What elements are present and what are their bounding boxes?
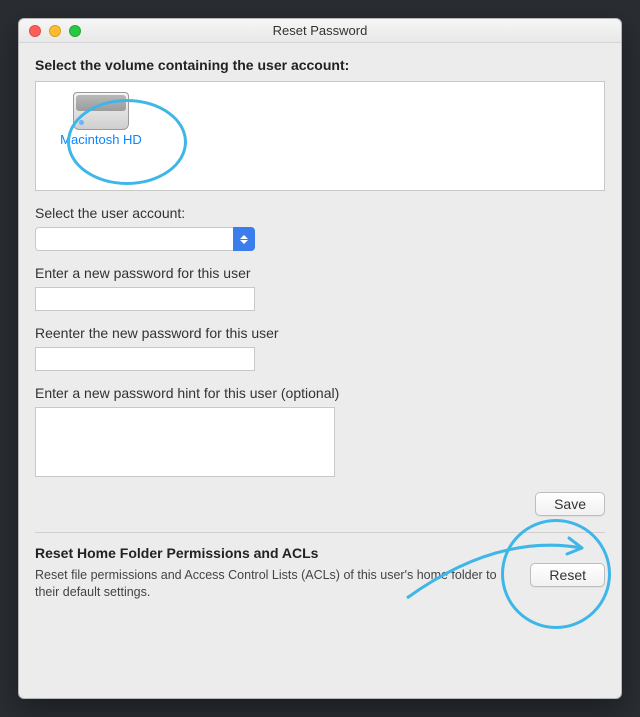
zoom-button[interactable]: [69, 25, 81, 37]
reenter-password-label: Reenter the new password for this user: [35, 325, 605, 341]
new-password-label: Enter a new password for this user: [35, 265, 605, 281]
user-select-label: Select the user account:: [35, 205, 605, 221]
save-button[interactable]: Save: [535, 492, 605, 516]
traffic-lights: [19, 25, 81, 37]
acl-section: Reset Home Folder Permissions and ACLs R…: [35, 545, 605, 601]
reset-button[interactable]: Reset: [530, 563, 605, 587]
new-password-input[interactable]: [35, 287, 255, 311]
volume-name: Macintosh HD: [60, 132, 142, 147]
reset-password-window: Reset Password Select the volume contain…: [18, 18, 622, 699]
minimize-button[interactable]: [49, 25, 61, 37]
section-divider: [35, 532, 605, 533]
acl-title: Reset Home Folder Permissions and ACLs: [35, 545, 514, 561]
hard-drive-icon: [73, 92, 129, 130]
acl-description: Reset file permissions and Access Contro…: [35, 567, 514, 601]
volume-item-macintosh-hd[interactable]: Macintosh HD: [46, 92, 156, 147]
titlebar: Reset Password: [19, 19, 621, 43]
password-hint-label: Enter a new password hint for this user …: [35, 385, 605, 401]
user-select-field[interactable]: [35, 227, 233, 251]
window-title: Reset Password: [19, 23, 621, 38]
volume-section-label: Select the volume containing the user ac…: [35, 57, 605, 73]
password-hint-input[interactable]: [35, 407, 335, 477]
reenter-password-input[interactable]: [35, 347, 255, 371]
window-content: Select the volume containing the user ac…: [19, 43, 621, 698]
volume-list: Macintosh HD: [35, 81, 605, 191]
user-select-stepper-icon[interactable]: [233, 227, 255, 251]
close-button[interactable]: [29, 25, 41, 37]
user-select[interactable]: [35, 227, 255, 251]
